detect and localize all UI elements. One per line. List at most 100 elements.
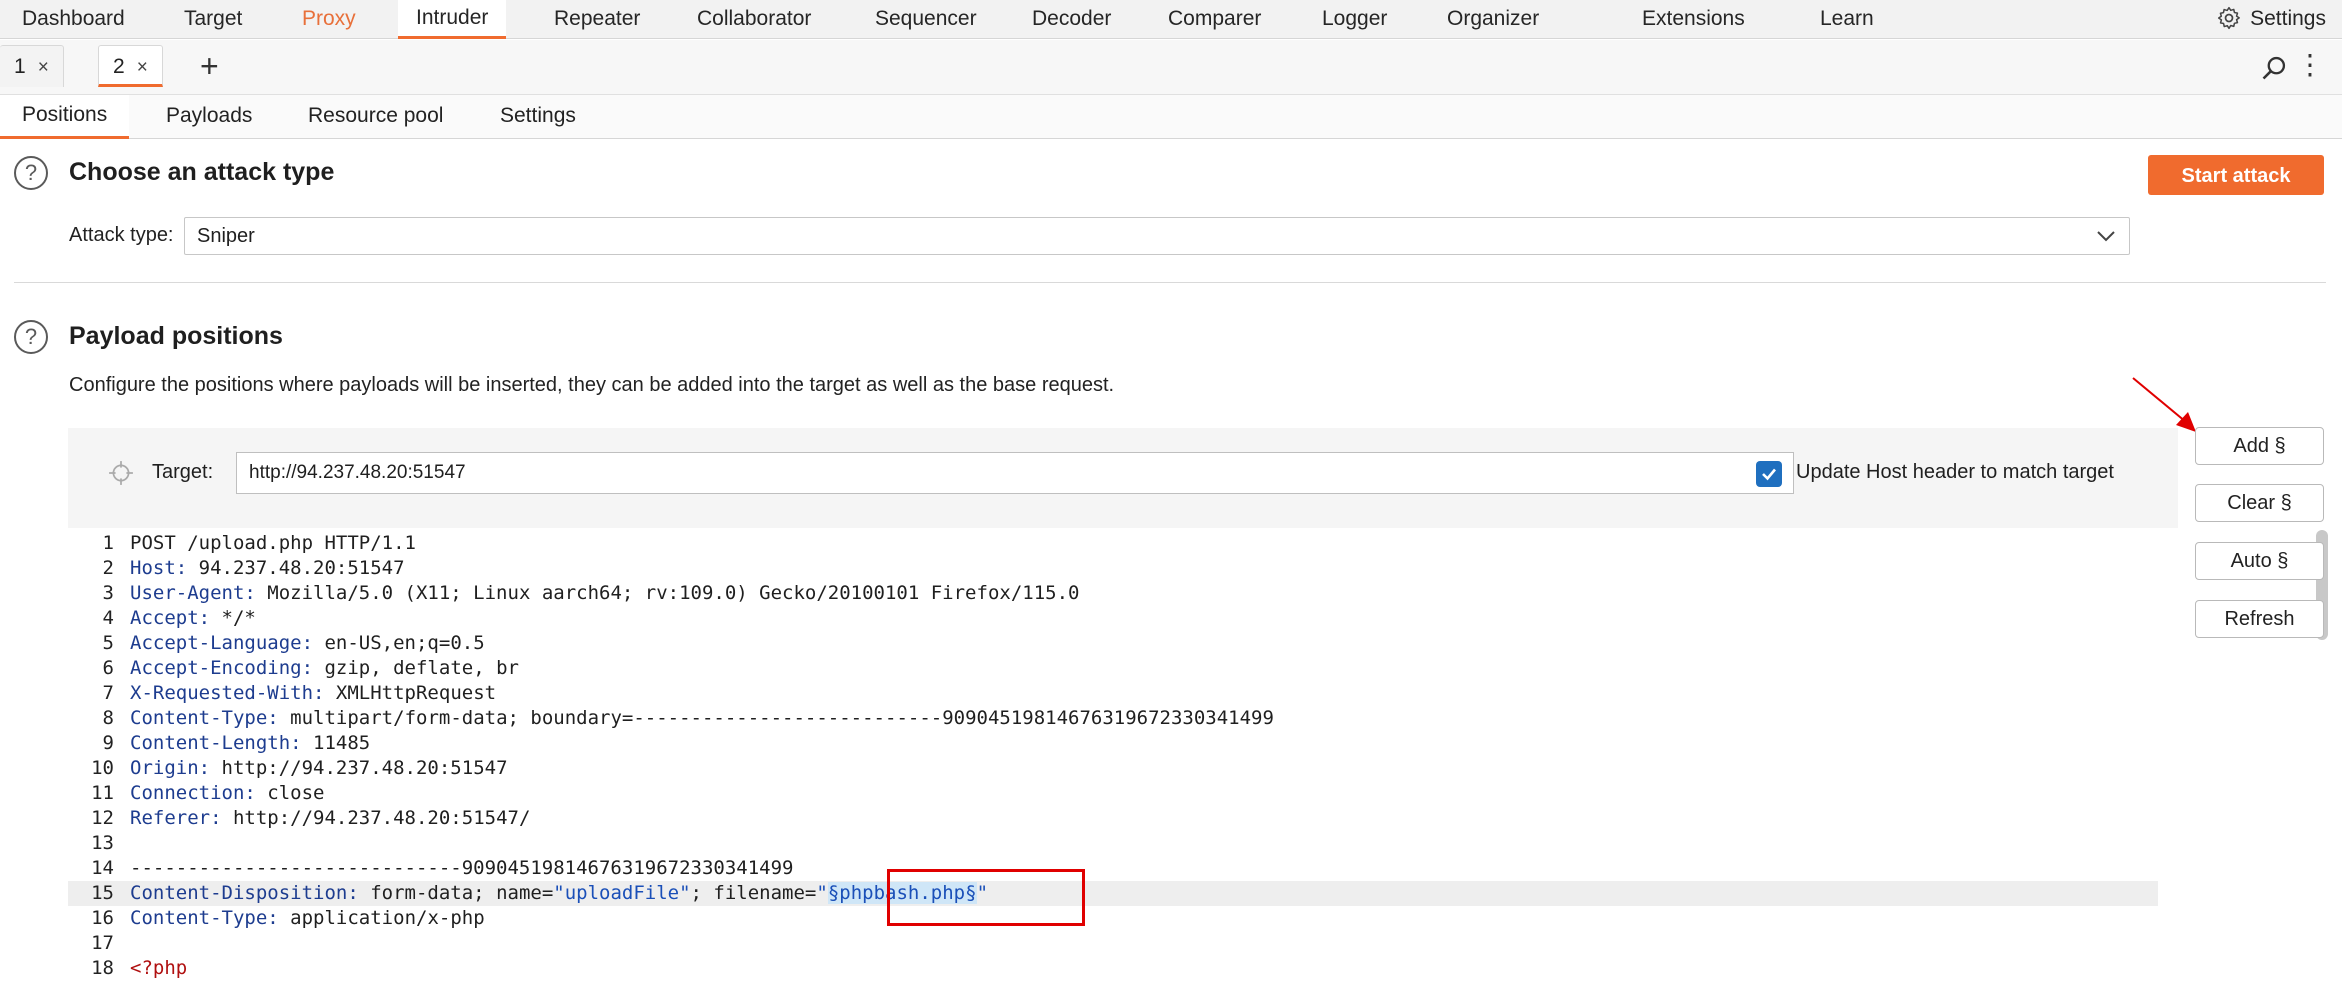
code-line: 8 Content-Type: multipart/form-data; boun… <box>68 706 2158 731</box>
close-icon[interactable]: × <box>38 57 49 78</box>
tab-payloads[interactable]: Payloads <box>144 95 274 139</box>
code-line: 6 Accept-Encoding: gzip, deflate, br <box>68 656 2158 681</box>
clear-payload-markers-button[interactable]: Clear § <box>2195 484 2324 522</box>
tab-resource-pool[interactable]: Resource pool <box>286 95 465 139</box>
gear-icon <box>2218 6 2241 30</box>
line-number: 6 <box>102 657 114 679</box>
nav-tab-decoder[interactable]: Decoder <box>1032 0 1111 39</box>
nav-tab-sequencer[interactable]: Sequencer <box>875 0 977 39</box>
line-number: 11 <box>91 782 114 804</box>
header-value: */* <box>210 607 256 629</box>
nav-tab-dashboard[interactable]: Dashboard <box>22 0 125 39</box>
section-divider <box>14 282 2326 283</box>
auto-payload-markers-button[interactable]: Auto § <box>2195 542 2324 580</box>
line-number: 18 <box>91 957 114 979</box>
payload-positions-description: Configure the positions where payloads w… <box>69 374 1115 396</box>
line-number: 5 <box>102 632 114 654</box>
header-name: Origin <box>130 757 199 779</box>
string-value: "uploadFile" <box>553 882 691 904</box>
code-line: 13 <box>68 831 2158 856</box>
boundary-line: -----------------------------90904519814… <box>130 857 794 879</box>
highlight-box <box>887 869 1085 926</box>
line-number: 7 <box>102 682 114 704</box>
header-name: Content-Disposition <box>130 882 348 904</box>
header-value: multipart/form-data; boundary=----------… <box>278 707 1274 729</box>
header-name: Content-Type <box>130 907 268 929</box>
help-icon[interactable]: ? <box>14 320 48 354</box>
header-value: XMLHttpRequest <box>324 682 497 704</box>
code-line: 2 Host: 94.237.48.20:51547 <box>68 556 2158 581</box>
nav-tab-organizer[interactable]: Organizer <box>1447 0 1539 39</box>
target-label: Target: <box>152 461 214 483</box>
attack-type-value: Sniper <box>197 225 255 247</box>
code-line: 5 Accept-Language: en-US,en;q=0.5 <box>68 631 2158 656</box>
line-number: 9 <box>102 732 114 754</box>
line-number: 3 <box>102 582 114 604</box>
nav-tab-extensions[interactable]: Extensions <box>1642 0 1745 39</box>
refresh-button[interactable]: Refresh <box>2195 600 2324 638</box>
request-line-text: POST /upload.php HTTP/1.1 <box>130 532 416 554</box>
attack-type-label: Attack type: <box>69 224 174 246</box>
nav-tab-logger[interactable]: Logger <box>1322 0 1387 39</box>
header-name: Accept <box>130 607 199 629</box>
update-host-label: Update Host header to match target <box>1796 461 2114 483</box>
code-line: 10 Origin: http://94.237.48.20:51547 <box>68 756 2158 781</box>
nav-tab-repeater[interactable]: Repeater <box>554 0 640 39</box>
header-value: application/x-php <box>278 907 485 929</box>
nav-tab-collaborator[interactable]: Collaborator <box>697 0 811 39</box>
line-number: 14 <box>91 857 114 879</box>
nav-tab-learn[interactable]: Learn <box>1820 0 1874 39</box>
request-editor[interactable]: 1 POST /upload.php HTTP/1.1 2 Host: 94.237… <box>68 528 2178 979</box>
intruder-sub-tabs: Positions Payloads Resource pool Setting… <box>0 95 2342 139</box>
header-value: Mozilla/5.0 (X11; Linux aarch64; rv:109.… <box>255 582 1080 604</box>
instance-tab-1[interactable]: 1 × <box>0 45 64 87</box>
attack-type-select[interactable]: Sniper <box>184 217 2130 255</box>
header-name: Referer <box>130 807 211 829</box>
more-options-icon[interactable]: ⋮ <box>2296 51 2324 79</box>
code-line: 7 X-Requested-With: XMLHttpRequest <box>68 681 2158 706</box>
nav-tab-target[interactable]: Target <box>184 0 242 39</box>
nav-tab-comparer[interactable]: Comparer <box>1168 0 1261 39</box>
instance-tab-2[interactable]: 2 × <box>98 45 163 87</box>
nav-tab-intruder[interactable]: Intruder <box>398 0 507 39</box>
start-attack-button[interactable]: Start attack <box>2148 155 2324 195</box>
code-line: 12 Referer: http://94.237.48.20:51547/ <box>68 806 2158 831</box>
crosshair-icon <box>109 461 133 485</box>
header-name: Content-Type <box>130 707 268 729</box>
help-icon[interactable]: ? <box>14 156 48 190</box>
checkmark-icon <box>1762 468 1776 481</box>
target-row: Target: http://94.237.48.20:51547 Update… <box>68 428 2178 522</box>
code-line: 11 Connection: close <box>68 781 2158 806</box>
tab-settings[interactable]: Settings <box>478 95 598 139</box>
request-editor-panel: Target: http://94.237.48.20:51547 Update… <box>68 428 2178 979</box>
top-nav: Dashboard Target Proxy Intruder Repeater… <box>0 0 2342 39</box>
header-name: Host <box>130 557 176 579</box>
line-number: 2 <box>102 557 114 579</box>
payload-positions-heading: Payload positions <box>69 322 283 350</box>
nav-tab-proxy[interactable]: Proxy <box>302 0 356 39</box>
arrow-annotation-icon <box>2132 377 2196 432</box>
settings-button[interactable]: Settings <box>2216 0 2326 39</box>
line-number: 10 <box>91 757 114 779</box>
line-number: 15 <box>91 882 114 904</box>
line-number: 4 <box>102 607 114 629</box>
tab-positions[interactable]: Positions <box>0 95 130 139</box>
header-value: gzip, deflate, br <box>313 657 519 679</box>
intruder-instance-tabs: 1 × 2 × + <box>0 40 2342 95</box>
add-tab-button[interactable]: + <box>200 48 219 84</box>
line-number: 16 <box>91 907 114 929</box>
target-input[interactable]: http://94.237.48.20:51547 <box>236 452 1794 494</box>
close-icon[interactable]: × <box>137 57 148 78</box>
instance-tab-label: 1 <box>14 55 26 78</box>
header-value: en-US,en;q=0.5 <box>313 632 485 654</box>
search-icon[interactable] <box>2260 54 2288 82</box>
update-host-checkbox[interactable] <box>1756 461 1782 487</box>
attack-type-heading: Choose an attack type <box>69 158 335 186</box>
chevron-down-icon <box>2097 231 2115 242</box>
code-line: 18 <?php <box>68 956 2158 981</box>
add-payload-marker-button[interactable]: Add § <box>2195 427 2324 465</box>
header-value: close <box>255 782 325 804</box>
header-value: 94.237.48.20:51547 <box>187 557 405 579</box>
instance-tab-label: 2 <box>113 55 125 78</box>
code-line: 1 POST /upload.php HTTP/1.1 <box>68 531 2158 556</box>
